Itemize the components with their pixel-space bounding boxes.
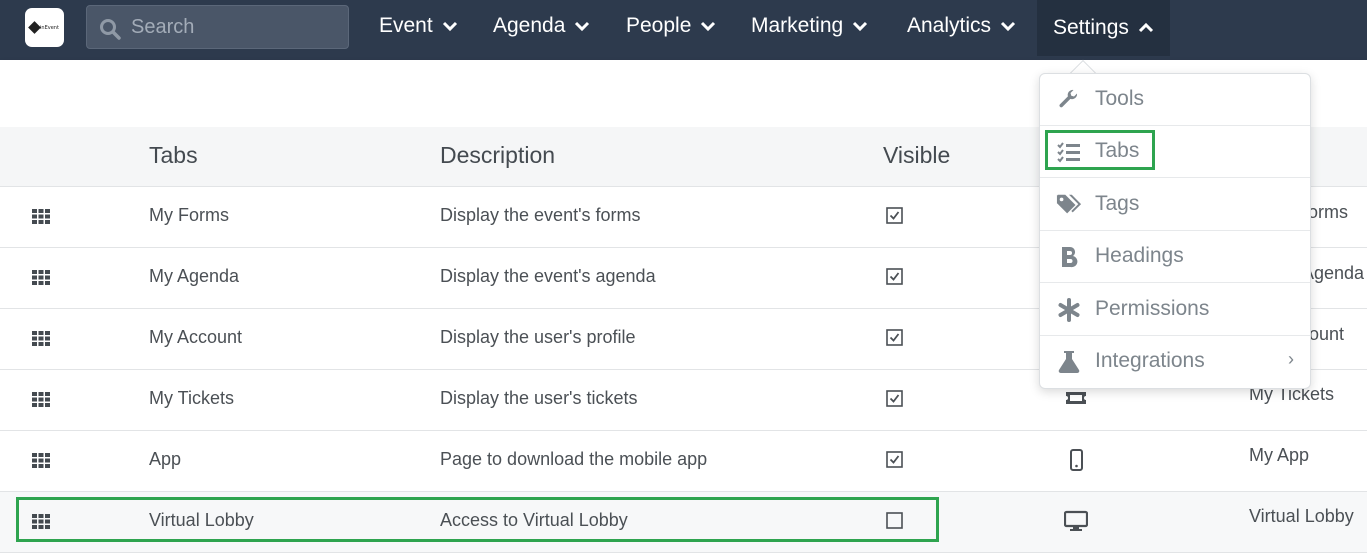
tab-description: Display the event's forms xyxy=(440,205,641,225)
app-logo[interactable]: inEvent xyxy=(25,8,64,47)
tab-description: Display the user's tickets xyxy=(440,388,638,408)
nav-marketing-label: Marketing xyxy=(751,14,844,37)
chevron-right-icon: › xyxy=(1288,349,1294,369)
drag-handle-icon[interactable] xyxy=(32,331,50,351)
chevron-down-icon xyxy=(853,21,868,32)
drag-handle-icon[interactable] xyxy=(32,270,50,290)
tab-description: Display the event's agenda xyxy=(440,266,656,286)
virtual-lobby-highlight xyxy=(16,497,939,542)
menu-item-label: Tags xyxy=(1095,192,1140,215)
tags-icon xyxy=(1056,193,1082,217)
settings-dropdown-menu: Tools Tabs Tags Headings Permissions Int… xyxy=(1039,73,1311,389)
column-header-description: Description xyxy=(440,142,556,168)
menu-item-integrations[interactable]: Integrations › xyxy=(1040,336,1310,388)
nav-agenda[interactable]: Agenda xyxy=(493,0,590,52)
menu-item-label: Tools xyxy=(1095,87,1145,110)
tab-name: My Tickets xyxy=(149,388,235,408)
nav-people-label: People xyxy=(626,14,692,37)
logo-text: inEvent xyxy=(40,24,59,31)
search-input[interactable] xyxy=(131,6,341,48)
column-header-tabs: Tabs xyxy=(149,142,198,168)
visible-checkbox-checked[interactable] xyxy=(886,451,903,473)
chevron-down-icon xyxy=(442,21,457,32)
visible-checkbox-checked[interactable] xyxy=(886,390,903,412)
chevron-up-icon xyxy=(1138,22,1153,33)
visible-checkbox-checked[interactable] xyxy=(886,268,903,290)
menu-item-label: Permissions xyxy=(1095,297,1210,320)
tab-name: My Forms xyxy=(149,205,229,225)
desktop-icon xyxy=(1063,510,1089,537)
tab-name: My Account xyxy=(149,327,243,347)
nav-settings[interactable]: Settings xyxy=(1037,0,1170,56)
chevron-down-icon xyxy=(1000,21,1016,32)
flask-icon xyxy=(1056,350,1082,374)
menu-item-label: Headings xyxy=(1095,244,1184,267)
drag-handle-icon[interactable] xyxy=(32,453,50,473)
right-label-row-2: Agenda xyxy=(1302,263,1365,283)
asterisk-icon xyxy=(1056,298,1082,322)
tab-name: App xyxy=(149,449,182,469)
nav-settings-label: Settings xyxy=(1053,16,1129,39)
menu-item-label: Integrations xyxy=(1095,349,1205,372)
search-box[interactable] xyxy=(86,5,349,49)
visible-checkbox-checked[interactable] xyxy=(886,329,903,351)
ticket-icon xyxy=(1064,388,1088,413)
menu-item-headings[interactable]: Headings xyxy=(1040,231,1310,283)
table-row[interactable]: App Page to download the mobile app My App xyxy=(0,431,1367,492)
chevron-down-icon xyxy=(575,21,590,32)
right-label-row-1: orms xyxy=(1308,202,1348,222)
drag-handle-icon[interactable] xyxy=(32,392,50,412)
tab-description: Page to download the mobile app xyxy=(440,449,708,469)
drag-handle-icon[interactable] xyxy=(32,209,50,229)
tab-label: My App xyxy=(1249,445,1310,465)
logo-diamond-icon xyxy=(28,21,41,34)
tab-label: Virtual Lobby xyxy=(1249,506,1354,526)
search-icon xyxy=(100,19,121,40)
menu-item-permissions[interactable]: Permissions xyxy=(1040,284,1310,336)
tabs-menu-highlight xyxy=(1045,130,1155,170)
tab-name: My Agenda xyxy=(149,266,240,286)
nav-event-label: Event xyxy=(379,14,433,37)
wrench-icon xyxy=(1056,88,1082,112)
nav-event[interactable]: Event xyxy=(379,0,458,52)
top-navigation-bar: inEvent Event Agenda People Marketing An… xyxy=(0,0,1367,60)
nav-analytics[interactable]: Analytics xyxy=(907,0,1016,52)
mobile-icon xyxy=(1064,449,1088,476)
menu-item-tags[interactable]: Tags xyxy=(1040,179,1310,231)
menu-item-tools[interactable]: Tools xyxy=(1040,74,1310,126)
logo-mark: inEvent xyxy=(28,21,59,34)
nav-agenda-label: Agenda xyxy=(493,14,566,37)
tab-description: Display the user's profile xyxy=(440,327,636,347)
chevron-down-icon xyxy=(701,21,716,32)
column-header-visible: Visible xyxy=(883,142,951,168)
nav-people[interactable]: People xyxy=(626,0,716,52)
nav-analytics-label: Analytics xyxy=(907,14,992,37)
nav-marketing[interactable]: Marketing xyxy=(751,0,868,52)
visible-checkbox-checked[interactable] xyxy=(886,207,903,229)
bold-icon xyxy=(1056,245,1082,269)
